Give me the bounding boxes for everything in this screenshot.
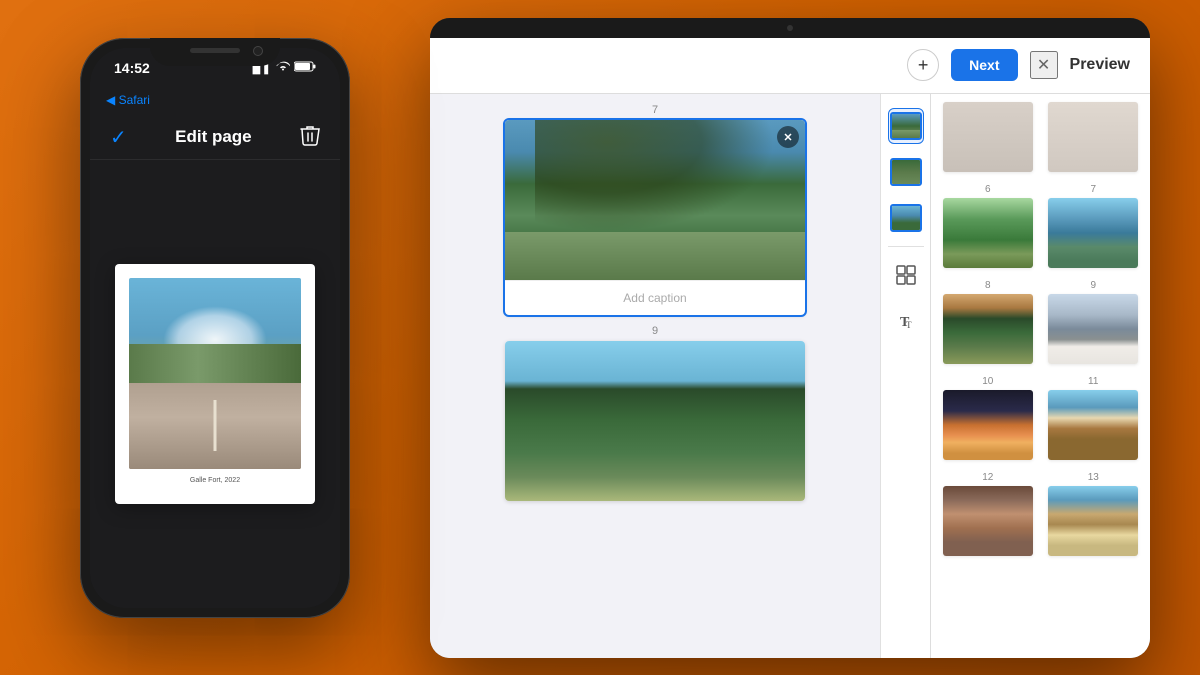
preview-item-9[interactable]: 9 [1045,280,1143,364]
preview-thumb-12 [943,486,1033,556]
preview-num-9: 9 [1090,280,1096,291]
scene: 14:52 ▐▌▌ ◀ Safari ✓ Edit page [50,18,1150,658]
preview-item-11[interactable]: 11 [1045,376,1143,460]
tablet-editor[interactable]: 7 [430,94,880,658]
tablet-camera [787,25,793,31]
page-number-9: 9 [505,325,805,337]
photo-caption: Galle Fort, 2022 [190,477,240,484]
phone-edit-toolbar: ✓ Edit page [90,116,340,160]
preview-row-6-7: 6 7 [939,184,1142,268]
preview-row-top [939,102,1142,172]
preview-row-12-13: 12 13 [939,472,1142,556]
preview-num-13: 13 [1088,472,1099,483]
phone-page-card: Galle Fort, 2022 [115,264,315,504]
preview-item-12[interactable]: 12 [939,472,1037,556]
page-card-7[interactable]: Add caption [505,120,805,315]
phone-page-photo [129,278,301,469]
preview-num-8: 8 [985,280,991,291]
page-photo-9 [505,341,805,501]
tablet-device: + Next ✕ Preview 7 [430,18,1150,658]
preview-thumb-7 [1048,198,1138,268]
svg-text:T: T [906,320,912,330]
preview-thumb-6 [943,198,1033,268]
status-time: 14:52 [114,60,150,76]
phone-device: 14:52 ▐▌▌ ◀ Safari ✓ Edit page [80,38,350,618]
page-close-button[interactable] [777,126,799,148]
preview-thumb-9 [1048,294,1138,364]
image-thumb-2 [890,158,922,186]
next-button[interactable]: Next [951,49,1017,81]
preview-item-13[interactable]: 13 [1045,472,1143,556]
tablet-tools-panel: T T [880,94,930,658]
tablet-body: 7 [430,94,1150,658]
preview-num-12: 12 [982,472,993,483]
preview-num-10: 10 [982,376,993,387]
preview-row-8-9: 8 9 [939,280,1142,364]
close-button[interactable]: ✕ [1030,51,1058,79]
preview-num-11: 11 [1088,376,1098,387]
add-page-button[interactable]: + [907,49,939,81]
preview-item-6[interactable]: 6 [939,184,1037,268]
phone-screen: 14:52 ▐▌▌ ◀ Safari ✓ Edit page [90,48,340,608]
tablet-screen: + Next ✕ Preview 7 [430,38,1150,658]
delete-button[interactable] [300,124,320,151]
battery-icon [294,61,316,75]
toolbar-title: Edit page [175,127,252,147]
page-block-9: 9 [505,325,805,501]
safari-back-bar: ◀ Safari [90,84,340,116]
tool-image-2[interactable] [888,154,924,190]
preview-thumb-11 [1048,390,1138,460]
swamp-tree [535,120,775,232]
preview-item-partial-2[interactable] [1045,102,1143,172]
road-layer [129,383,301,469]
tool-text[interactable]: T T [888,303,924,339]
phone-speaker [190,48,240,53]
preview-row-10-11: 10 11 [939,376,1142,460]
page-number-7: 7 [505,104,805,116]
phone-page-content: Galle Fort, 2022 [90,160,340,608]
tool-layout[interactable] [888,257,924,293]
page-block-7: 7 [505,104,805,315]
safari-back-button[interactable]: ◀ Safari [106,93,150,107]
image-thumb-1 [890,112,922,140]
preview-thumb-partial-1 [943,102,1033,172]
preview-thumb-8 [943,294,1033,364]
preview-num-6: 6 [985,184,991,195]
wifi-icon [276,61,290,75]
tablet-camera-bar [430,18,1150,38]
tool-image-3[interactable] [888,200,924,236]
tool-image-1[interactable] [888,108,924,144]
page-card-9[interactable] [505,341,805,501]
preview-num-7: 7 [1090,184,1096,195]
preview-label: Preview [1070,56,1130,74]
preview-item-7[interactable]: 7 [1045,184,1143,268]
confirm-button[interactable]: ✓ [110,125,127,150]
preview-item-10[interactable]: 10 [939,376,1037,460]
image-thumb-3 [890,204,922,232]
tool-divider [888,246,924,247]
preview-item-8[interactable]: 8 [939,280,1037,364]
preview-item-partial-1[interactable] [939,102,1037,172]
preview-thumb-partial-2 [1048,102,1138,172]
preview-thumb-10 [943,390,1033,460]
add-caption-field[interactable]: Add caption [505,280,805,315]
page-photo-7 [505,120,805,280]
phone-camera [253,46,263,56]
preview-panel: 6 7 8 [930,94,1150,658]
tablet-header: + Next ✕ Preview [430,38,1150,94]
preview-thumb-13 [1048,486,1138,556]
